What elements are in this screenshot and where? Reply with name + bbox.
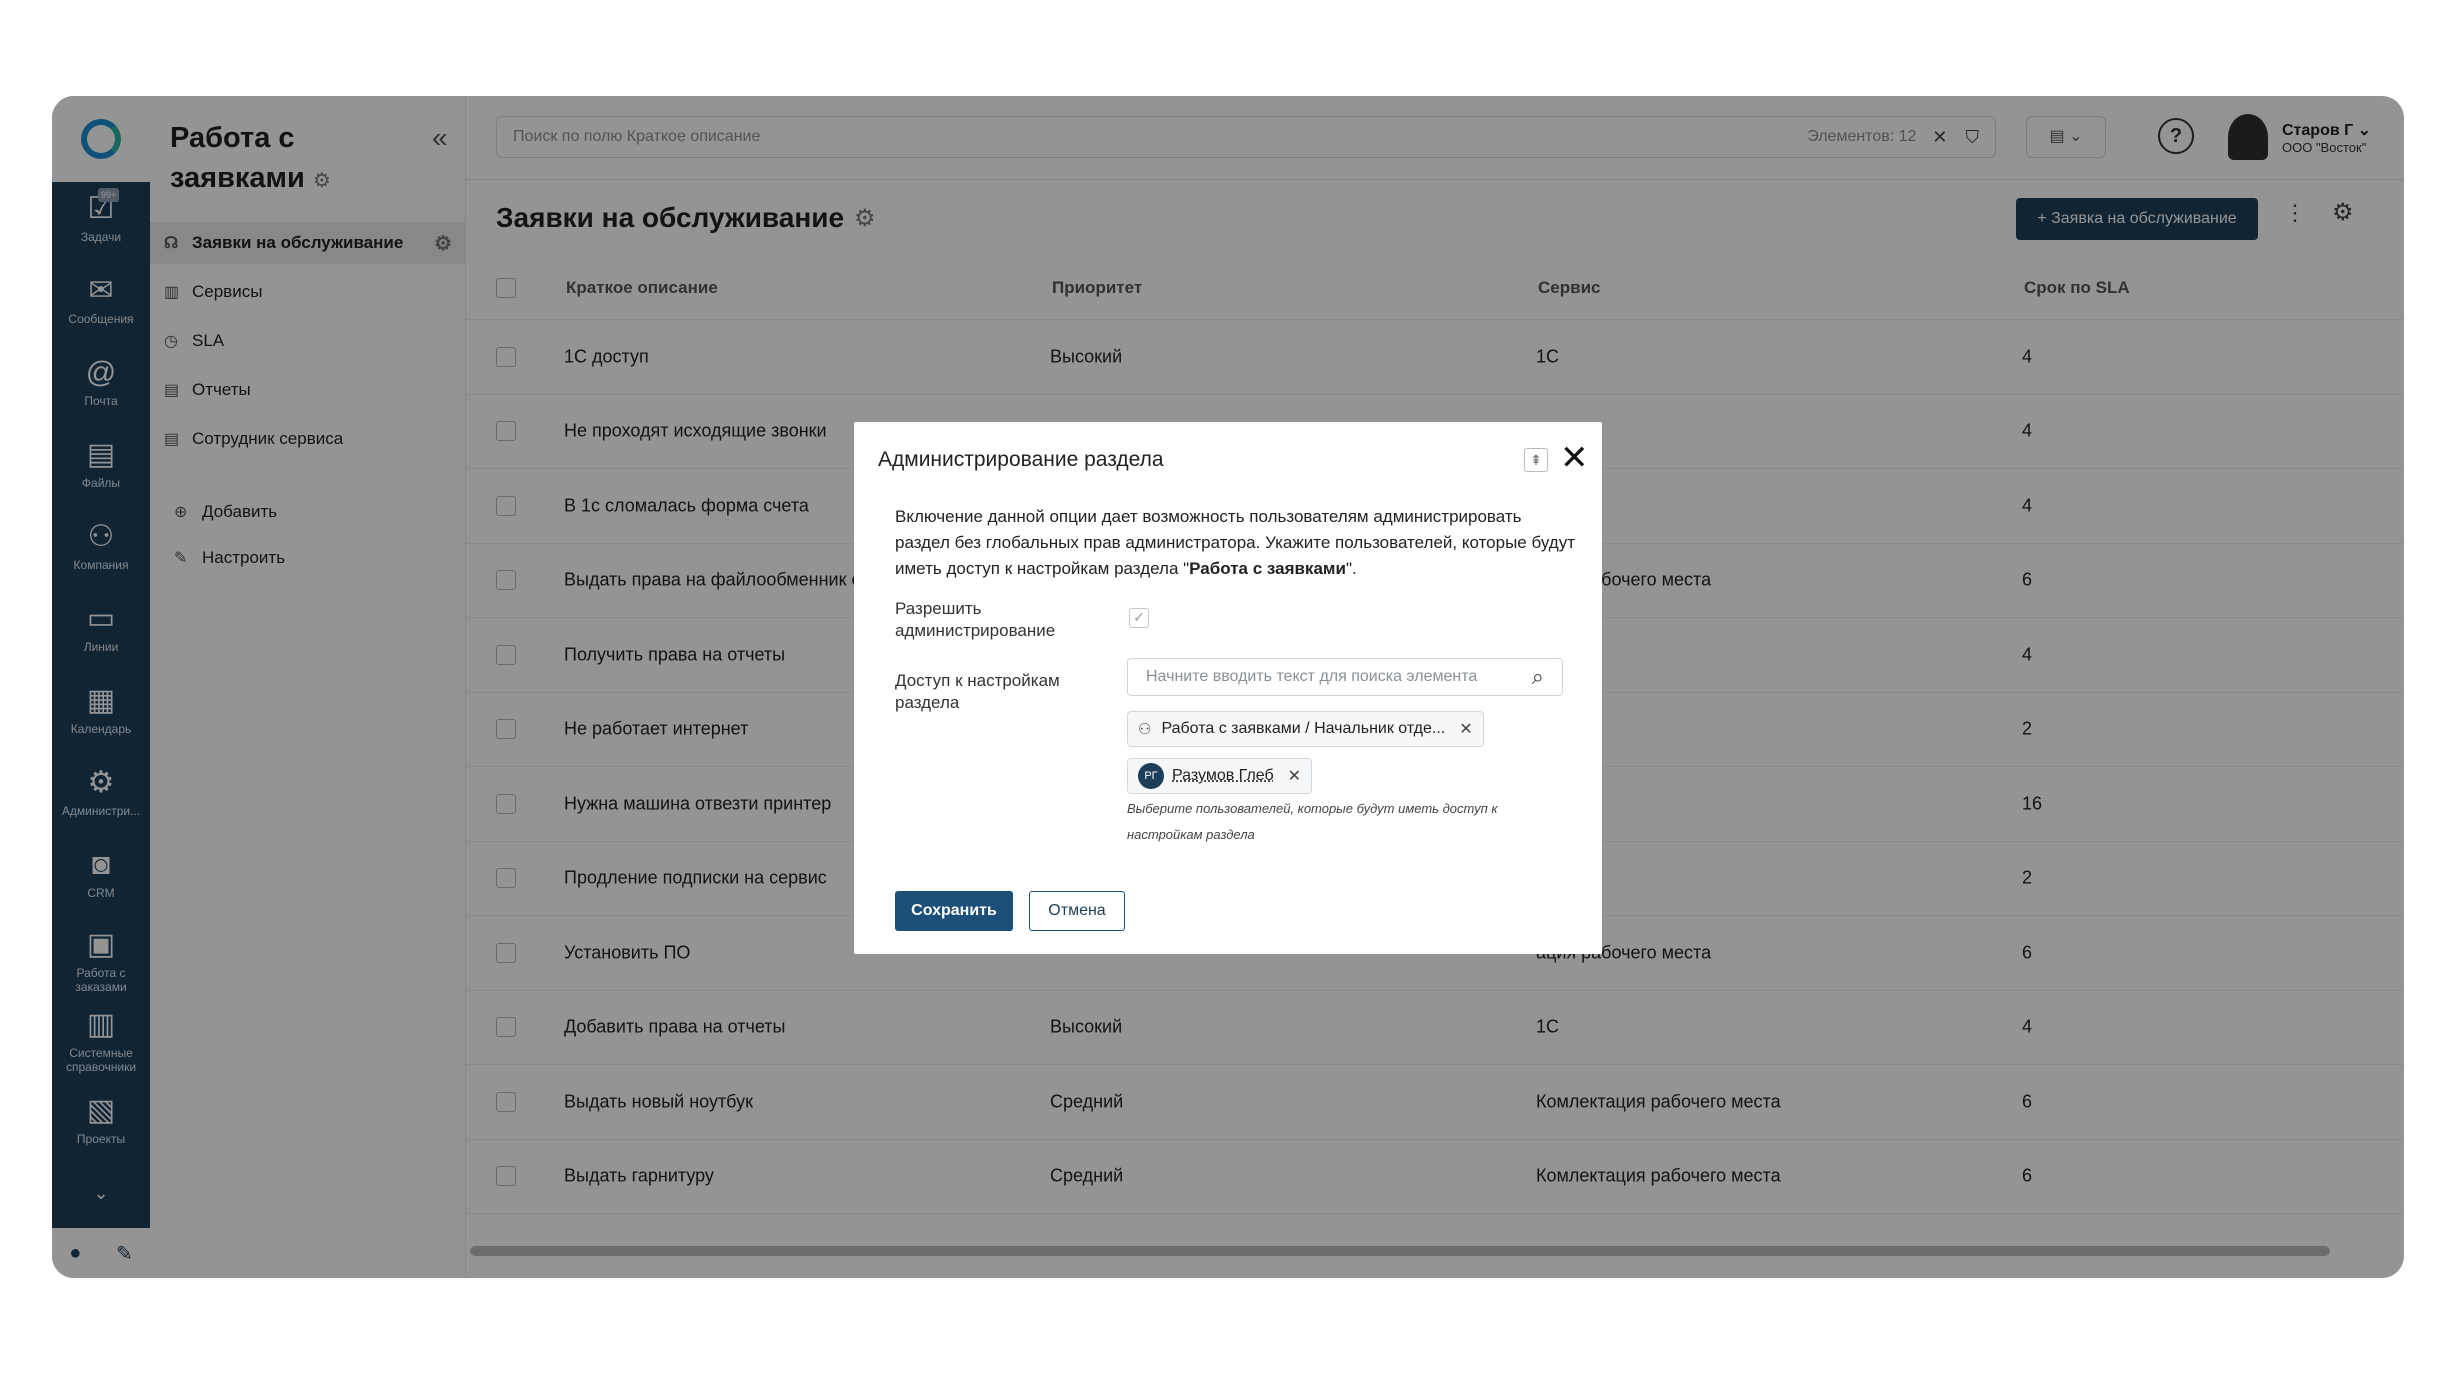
app-window: ☑ Задачи 99+ ✉ Сообщения @ Почта ▤ Файлы ⚇ Ком… bbox=[52, 96, 2404, 1278]
group-icon: ⚇ bbox=[1138, 721, 1152, 738]
selected-group-tag: ⚇ Работа с заявками / Начальник отде... ✕ bbox=[1127, 711, 1484, 747]
search-icon: ⌕ bbox=[1531, 664, 1544, 689]
allow-admin-checkbox[interactable]: ✓ bbox=[1129, 608, 1149, 628]
access-label: Доступ к настройкам раздела bbox=[895, 671, 1060, 712]
pin-icon[interactable]: ⇞ bbox=[1524, 448, 1548, 472]
dialog-title: Администрирование раздела bbox=[878, 448, 1164, 471]
cancel-button[interactable]: Отмена bbox=[1029, 891, 1125, 931]
user-initials-avatar: РГ bbox=[1138, 763, 1164, 789]
allow-admin-label: Разрешить администрирование bbox=[895, 599, 1056, 640]
dialog-description: Включение данной опции дает возможность … bbox=[895, 507, 1575, 578]
admin-section-dialog: Администрирование раздела ⇞ ✕ Включение … bbox=[854, 422, 1602, 954]
remove-tag-icon[interactable]: ✕ bbox=[1288, 766, 1301, 786]
access-hint: Выберите пользователей, которые будут им… bbox=[1127, 801, 1498, 842]
selected-user-tag: РГ Разумов Глеб ✕ bbox=[1127, 758, 1313, 794]
save-button[interactable]: Сохранить bbox=[895, 891, 1013, 931]
remove-tag-icon[interactable]: ✕ bbox=[1459, 719, 1472, 739]
close-icon[interactable]: ✕ bbox=[1560, 440, 1589, 476]
access-search-input[interactable]: Начните вводить текст для поиска элемент… bbox=[1127, 658, 1563, 696]
